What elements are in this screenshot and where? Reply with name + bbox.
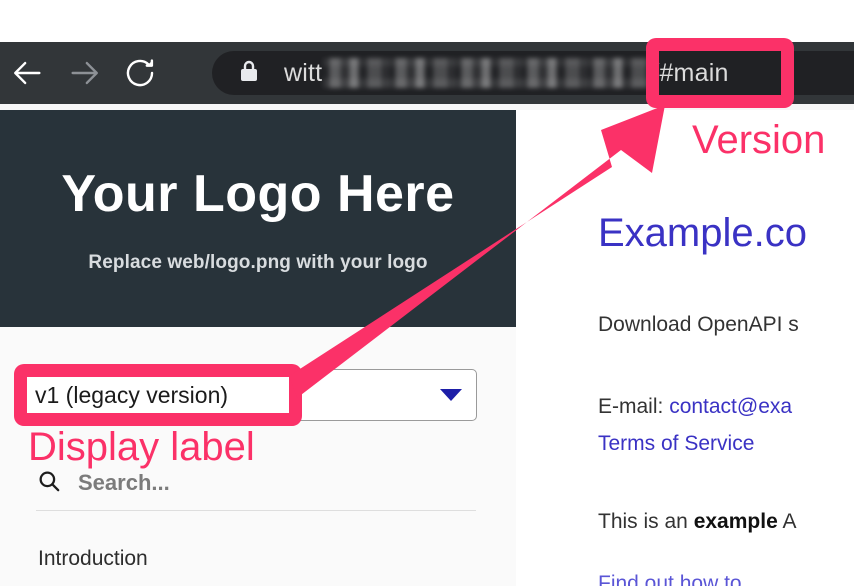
chevron-down-icon bbox=[440, 389, 462, 401]
version-select-value: v1 (legacy version) bbox=[35, 381, 229, 408]
reload-button[interactable] bbox=[112, 42, 168, 104]
email-label: E-mail: bbox=[598, 395, 670, 418]
url-text: witt /#main bbox=[284, 58, 729, 88]
url-redacted-blur bbox=[323, 58, 652, 88]
download-spec-text: Download OpenAPI s bbox=[598, 313, 799, 336]
address-bar[interactable]: witt /#main bbox=[212, 51, 854, 95]
find-out-how-link[interactable]: Find out how to bbox=[598, 572, 742, 586]
sidebar-item-introduction[interactable]: Introduction bbox=[38, 547, 148, 571]
logo-subtitle: Replace web/logo.png with your logo bbox=[88, 251, 428, 273]
lock-icon bbox=[238, 58, 260, 89]
url-suffix: /#main bbox=[652, 58, 729, 87]
main-content: Example.co Download OpenAPI s E-mail: co… bbox=[516, 110, 854, 586]
url-prefix: witt bbox=[284, 58, 323, 87]
forward-button[interactable] bbox=[56, 42, 112, 104]
arrow-right-icon bbox=[67, 56, 101, 90]
reload-icon bbox=[123, 56, 157, 90]
sidebar: Your Logo Here Replace web/logo.png with… bbox=[0, 110, 516, 586]
description-text: This is an example A bbox=[598, 510, 796, 534]
email-link[interactable]: contact@exa bbox=[669, 395, 792, 418]
page-title: Example.co bbox=[598, 211, 807, 255]
version-select[interactable]: v1 (legacy version) bbox=[20, 369, 477, 421]
search-input[interactable]: Search... bbox=[36, 465, 476, 501]
search-icon bbox=[36, 468, 62, 499]
description-bold: example bbox=[693, 510, 778, 533]
browser-window: witt /#main Your Logo Here Replace web/l… bbox=[0, 0, 854, 586]
back-button[interactable] bbox=[0, 42, 56, 104]
description-suffix: A bbox=[777, 510, 797, 533]
description-prefix: This is an bbox=[598, 510, 694, 533]
search-divider bbox=[36, 510, 476, 511]
logo-title: Your Logo Here bbox=[61, 164, 455, 223]
terms-of-service-link[interactable]: Terms of Service bbox=[598, 432, 754, 456]
arrow-left-icon bbox=[11, 56, 45, 90]
page-viewport: Your Logo Here Replace web/logo.png with… bbox=[0, 110, 854, 586]
search-placeholder: Search... bbox=[78, 470, 170, 495]
logo-banner: Your Logo Here Replace web/logo.png with… bbox=[0, 110, 516, 327]
email-line: E-mail: contact@exa bbox=[598, 395, 792, 419]
